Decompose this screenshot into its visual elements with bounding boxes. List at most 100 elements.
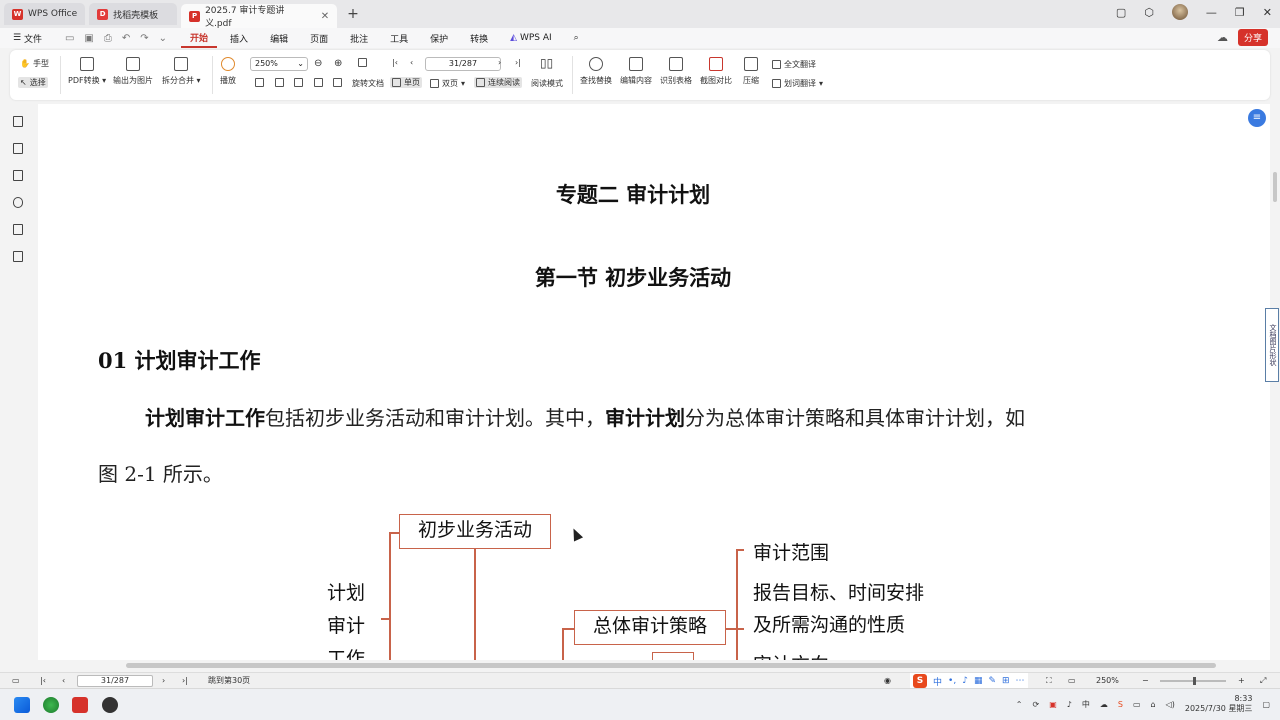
app-taskbar-icon[interactable] xyxy=(102,697,118,713)
more-icon[interactable]: ⋯ xyxy=(1016,676,1025,686)
wps-tray-icon[interactable]: ▣ xyxy=(1049,700,1057,709)
cloud-tray-icon[interactable]: ☁ xyxy=(1100,700,1108,709)
tab-template[interactable]: D 找稻壳模板 xyxy=(89,3,178,25)
single-page-button[interactable]: 单页 xyxy=(390,77,422,88)
prev-page-icon[interactable]: ‹ xyxy=(410,58,413,67)
fit-icon[interactable] xyxy=(358,58,367,67)
tab-pdf-document[interactable]: P 2025.7 审计专题讲义.pdf ✕ xyxy=(181,4,338,29)
zoom-slider[interactable] xyxy=(1160,677,1226,685)
attachment-icon[interactable] xyxy=(13,197,23,208)
select-tool-button[interactable]: ↖ 选择 xyxy=(18,77,48,88)
zoom-in-icon[interactable]: ⊕ xyxy=(334,58,342,69)
undo-icon[interactable]: ↶ xyxy=(122,33,130,44)
zoom-in-icon[interactable]: + xyxy=(1238,676,1245,685)
sync-icon[interactable]: ⟳ xyxy=(1033,700,1040,709)
search-icon[interactable]: ⌕ xyxy=(565,28,588,48)
redo-icon[interactable]: ↷ xyxy=(140,33,148,44)
read-mode-button[interactable]: 阅读模式 xyxy=(531,78,563,89)
save-icon[interactable]: ▣ xyxy=(84,33,93,44)
cube-icon[interactable]: ⬡ xyxy=(1144,6,1154,19)
crop-icon[interactable] xyxy=(275,78,284,87)
zoom-out-icon[interactable]: ⊖ xyxy=(314,58,322,69)
compress-button[interactable]: 压缩 xyxy=(743,57,759,86)
fit-page-icon[interactable]: ⤢ xyxy=(1260,676,1266,686)
punctuation-icon[interactable]: •, xyxy=(948,676,956,686)
menu-wps-ai[interactable]: ◭ WPS AI xyxy=(501,28,561,48)
menu-convert[interactable]: 转换 xyxy=(461,28,497,48)
double-page-button[interactable]: 双页 ▾ xyxy=(430,78,465,89)
word-translate-button[interactable]: 划词翻译 ▾ xyxy=(772,78,823,89)
microphone-icon[interactable]: ♪ xyxy=(962,676,968,686)
cloud-icon[interactable]: ☁ xyxy=(1217,31,1228,44)
wps-taskbar-icon[interactable] xyxy=(72,697,88,713)
split-merge-button[interactable]: 拆分合并 ▾ xyxy=(162,57,201,86)
chevron-down-icon[interactable]: ⌄ xyxy=(159,33,167,44)
sidebar-toggle-icon[interactable]: ▭ xyxy=(12,676,20,685)
thumbnail-icon[interactable] xyxy=(13,143,23,154)
hand-tool-button[interactable]: ✋ 手型 xyxy=(20,58,49,69)
bookmark-icon[interactable] xyxy=(13,116,23,127)
menu-protect[interactable]: 保护 xyxy=(421,28,457,48)
minimize-icon[interactable]: — xyxy=(1206,6,1217,19)
menu-edit[interactable]: 编辑 xyxy=(261,28,297,48)
rotate-right-icon[interactable] xyxy=(333,78,342,87)
eye-icon[interactable]: ◉ xyxy=(884,676,891,685)
page-number-input[interactable]: 31/287 xyxy=(425,57,501,71)
comment-icon[interactable] xyxy=(13,170,23,181)
volume-icon[interactable]: ◁) xyxy=(1166,700,1175,709)
clock[interactable]: 8:33 2025/7/30 星期三 xyxy=(1185,694,1253,714)
scroll-thumb[interactable] xyxy=(126,663,1216,668)
bookmark-view-icon[interactable]: ▭ xyxy=(1068,676,1076,685)
status-page-input[interactable]: 31/287 xyxy=(77,675,153,687)
layers-icon[interactable] xyxy=(13,251,23,262)
screenshot-compare-button[interactable]: 截图对比 xyxy=(700,57,732,86)
ime-tray-icon[interactable]: 中 xyxy=(1082,699,1090,710)
microphone-tray-icon[interactable]: ♪ xyxy=(1067,700,1072,709)
print-icon[interactable]: ⎙ xyxy=(104,33,112,44)
network-icon[interactable]: ⌂ xyxy=(1151,700,1156,709)
rotate-left-icon[interactable] xyxy=(314,78,323,87)
continuous-read-button[interactable]: 连续阅读 xyxy=(474,77,522,88)
last-page-icon[interactable]: ›| xyxy=(182,676,188,685)
horizontal-scrollbar[interactable] xyxy=(38,660,1270,672)
zoom-out-icon[interactable]: − xyxy=(1142,676,1149,685)
side-panel-tab[interactable]: 文档图片形状 xyxy=(1265,308,1279,382)
menu-file[interactable]: ☰ 文件 xyxy=(4,28,51,48)
first-page-icon[interactable]: |‹ xyxy=(392,58,398,67)
windows-start-icon[interactable] xyxy=(14,697,30,713)
apps-icon[interactable]: ⊞ xyxy=(1002,676,1010,686)
first-page-icon[interactable]: |‹ xyxy=(40,676,46,685)
close-icon[interactable]: ✕ xyxy=(321,11,329,22)
vertical-scrollbar[interactable] xyxy=(1273,172,1277,202)
menu-home[interactable]: 开始 xyxy=(181,28,218,48)
ai-assistant-icon[interactable]: ≡ xyxy=(1248,109,1266,127)
signature-icon[interactable] xyxy=(13,224,23,235)
avatar[interactable] xyxy=(1171,4,1188,20)
new-tab-plus-icon[interactable]: + xyxy=(347,6,359,22)
export-image-button[interactable]: 输出为图片 xyxy=(113,57,153,86)
fit-width-icon[interactable] xyxy=(255,78,264,87)
zoom-select[interactable]: 250% ⌄ xyxy=(250,57,308,71)
zoom-slider-knob[interactable] xyxy=(1193,677,1196,685)
close-window-icon[interactable]: ✕ xyxy=(1263,6,1272,19)
status-zoom-value[interactable]: 250% xyxy=(1096,676,1119,685)
skin-icon[interactable]: ✎ xyxy=(988,676,996,686)
next-page-icon[interactable]: › xyxy=(498,58,501,67)
actual-size-icon[interactable] xyxy=(294,78,303,87)
menu-comment[interactable]: 批注 xyxy=(341,28,377,48)
sogou-tray-icon[interactable]: S xyxy=(1118,700,1123,709)
next-page-icon[interactable]: › xyxy=(162,676,165,685)
rotate-document-button[interactable]: 旋转文档 xyxy=(352,78,384,89)
menu-insert[interactable]: 插入 xyxy=(221,28,257,48)
last-page-icon[interactable]: ›| xyxy=(515,58,521,67)
recognize-table-button[interactable]: 识别表格 xyxy=(660,57,692,86)
fullscreen-icon[interactable]: ⛶ xyxy=(1046,676,1052,686)
folder-icon[interactable]: ▭ xyxy=(65,33,74,44)
prev-page-icon[interactable]: ‹ xyxy=(62,676,65,685)
battery-icon[interactable]: ▭ xyxy=(1133,700,1141,709)
tab-wps-office[interactable]: W WPS Office xyxy=(4,3,86,25)
edit-content-button[interactable]: 编辑内容 xyxy=(620,57,652,86)
book-icon[interactable]: ▯▯ xyxy=(540,56,553,70)
share-button[interactable]: 分享 xyxy=(1237,29,1268,46)
play-button[interactable]: 播放 xyxy=(220,57,236,86)
